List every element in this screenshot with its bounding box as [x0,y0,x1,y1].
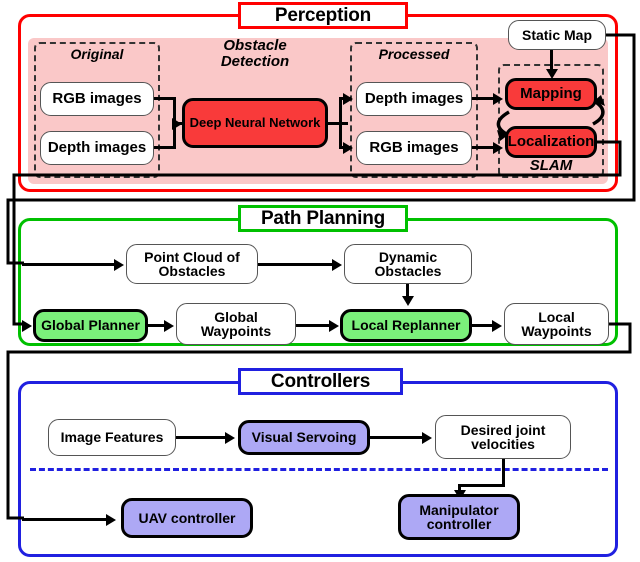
arrowhead-to-dnn [172,117,182,130]
node-rgb-images-processed[interactable]: RGB images [356,131,472,165]
node-label: RGB images [369,139,459,157]
node-label: Visual Servoing [251,429,357,446]
arrowhead-mapping [493,92,503,105]
node-label: Global Planner [41,317,140,334]
node-mapping[interactable]: Mapping [505,78,597,110]
arrowhead-to-rgb-processed [343,141,353,154]
label-processed: Processed [350,46,478,62]
node-image-features[interactable]: Image Features [48,419,176,456]
arrowhead-to-depth-processed [343,92,353,105]
path-planning-title-text: Path Planning [260,207,386,229]
conn-dnn-out [328,122,348,125]
node-desired-joint-velocities[interactable]: Desired joint velocities [435,415,571,459]
arrowhead-local-replanner [329,319,339,332]
node-label-line1: Dynamic [378,248,438,265]
node-label: RGB images [52,90,142,108]
node-dynamic-obstacles[interactable]: Dynamic Obstacles [344,244,472,284]
node-label: Depth images [47,139,147,157]
node-localization[interactable]: Localization [505,126,597,158]
node-local-waypoints[interactable]: Local Waypoints [504,303,609,345]
node-label: UAV controller [138,509,236,526]
arrowhead-visual-servoing [225,431,235,444]
node-static-map[interactable]: Static Map [508,20,606,50]
node-label: Localization [507,133,595,151]
node-label-line2: Obstacles [374,263,442,279]
node-label-line2: controller [426,516,492,532]
conn-pointcloud-to-dynamic [258,263,336,266]
node-deep-neural-network[interactable]: Deep Neural Network [182,98,328,148]
section-title-perception: Perception [238,2,408,29]
node-label-line2: Waypoints [521,323,592,339]
section-title-controllers: Controllers [238,368,403,395]
node-label-line1: Point Cloud of [144,248,240,265]
node-rgb-images-original[interactable]: RGB images [40,82,154,116]
conn-in-to-pointcloud [22,263,118,266]
node-local-replanner[interactable]: Local Replanner [340,309,472,342]
label-original: Original [34,46,160,62]
node-label: Deep Neural Network [189,115,321,131]
node-label-line2: velocities [471,436,535,452]
conn-dnn-split-vertical [339,97,342,149]
conn-joints-left [458,484,505,487]
label-obstacle-detection-l1: Obstacle [223,37,287,54]
label-slam: SLAM [498,157,604,174]
node-label: Image Features [60,429,164,446]
arrowhead-global-waypoints [164,319,174,332]
architecture-diagram: Perception Original Obstacle Detection P… [0,0,640,562]
node-point-cloud-of-obstacles[interactable]: Point Cloud of Obstacles [126,244,258,284]
node-manipulator-controller[interactable]: Manipulator controller [398,494,520,540]
label-obstacle-detection: Obstacle Detection [180,37,330,71]
arrowhead-localization [493,141,503,154]
node-visual-servoing[interactable]: Visual Servoing [238,420,370,455]
node-label: Local Replanner [351,317,461,334]
conn-features-to-servoing [176,436,228,439]
conn-depthproc-to-mapping [472,97,494,100]
node-label-line1: Manipulator [419,501,499,518]
conn-rgbproc-to-localization [472,146,494,149]
arrowhead-desired-joint-velocities [422,431,432,444]
node-label: Mapping [520,85,582,103]
arrowhead-pointcloud [114,258,124,271]
node-depth-images-original[interactable]: Depth images [40,131,154,165]
node-label-line1: Local [538,308,575,325]
conn-servoing-to-joints [370,436,425,439]
node-label-line1: Global [214,308,258,325]
node-label: Static Map [521,26,592,43]
label-obstacle-detection-l2: Detection [220,53,290,71]
arrowhead-uav-controller [106,513,116,526]
perception-title-text: Perception [274,4,372,26]
arrowhead-dynamic-to-replanner [401,296,414,306]
node-global-waypoints[interactable]: Global Waypoints [176,303,296,345]
node-label-line1: Desired joint [460,421,546,438]
arrowhead-dynamic-obstacles [332,258,342,271]
label-original-text: Original [70,46,124,62]
section-title-path-planning: Path Planning [238,205,408,232]
conn-joints-down [502,459,505,487]
controllers-title-text: Controllers [270,370,371,392]
node-depth-images-processed[interactable]: Depth images [356,82,472,116]
controllers-divider [30,468,608,471]
label-slam-text: SLAM [529,157,573,174]
arrowhead-local-waypoints [492,319,502,332]
node-uav-controller[interactable]: UAV controller [121,498,253,538]
arrowhead-global-planner [22,319,32,332]
node-label: Depth images [364,90,464,108]
node-global-planner[interactable]: Global Planner [33,309,148,342]
label-processed-text: Processed [378,46,450,62]
node-label-line2: Obstacles [158,263,226,279]
node-label-line2: Waypoints [200,323,272,339]
conn-in-to-uav [22,518,110,521]
